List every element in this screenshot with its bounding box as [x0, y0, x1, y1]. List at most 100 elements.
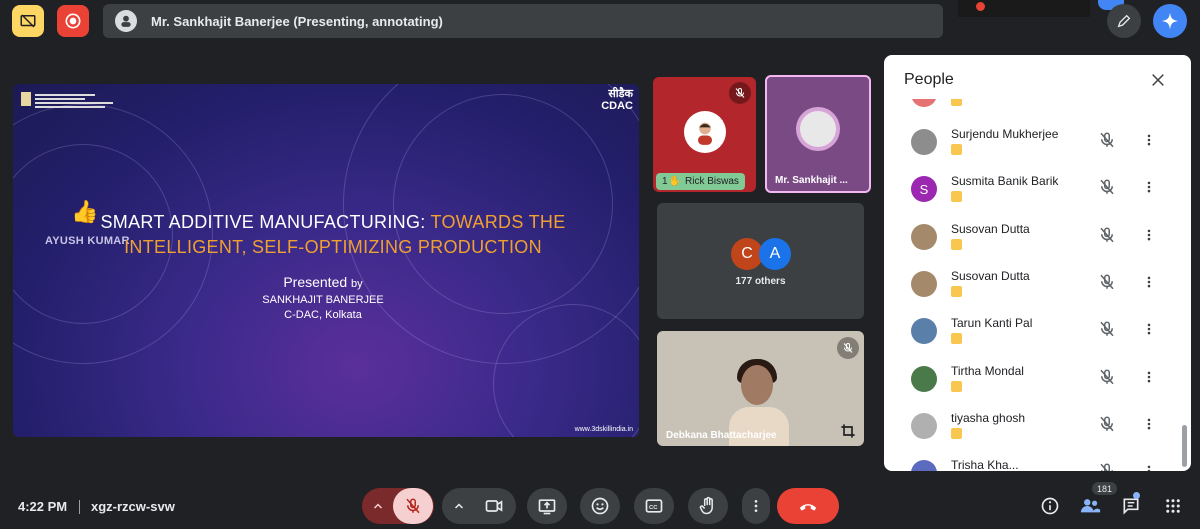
participant-name: Susovan Dutta — [951, 268, 1030, 283]
ministry-logo — [21, 92, 113, 108]
recording-indicator — [958, 0, 1090, 17]
more-vert-icon — [754, 500, 758, 512]
activities-button[interactable] — [1159, 492, 1187, 520]
more-options-button[interactable] — [1140, 368, 1158, 386]
divider — [79, 500, 80, 514]
chat-icon — [1123, 498, 1139, 515]
slide-title: SMART ADDITIVE MANUFACTURING: TOWARDS TH… — [100, 212, 566, 257]
bottom-bar: 4:22 PM xgz-rzcw-svw CC 181 — [0, 482, 1200, 529]
mic-off-icon[interactable] — [1098, 273, 1116, 291]
more-options-button[interactable] — [1140, 131, 1158, 149]
presenter-badge-icon — [951, 191, 962, 203]
mic-off-icon — [837, 337, 859, 359]
hang-up-icon — [799, 504, 817, 511]
top-bar: Mr. Sankhajit Banerjee (Presenting, anno… — [0, 0, 1200, 44]
present-screen-button[interactable] — [527, 488, 567, 524]
mic-off-icon[interactable] — [1098, 131, 1116, 149]
others-count-label: 177 others — [735, 276, 786, 287]
meeting-details-button[interactable] — [1036, 492, 1064, 520]
more-options-button[interactable] — [1140, 462, 1158, 471]
mic-off-icon[interactable] — [1098, 368, 1116, 386]
avatar — [684, 111, 726, 153]
people-button[interactable] — [1076, 492, 1104, 520]
meeting-code[interactable]: xgz-rzcw-svw — [91, 499, 175, 514]
reactions-button[interactable] — [580, 488, 620, 524]
participant-tile-sankhajit[interactable]: Mr. Sankhajit ... — [765, 75, 871, 193]
present-icon — [538, 499, 556, 515]
list-item[interactable]: Susovan Dutta — [884, 218, 1191, 258]
avatar: A — [759, 238, 791, 270]
camera-toggle-button[interactable] — [474, 488, 514, 524]
gemini-button[interactable] — [1153, 4, 1187, 38]
others-tile[interactable]: C A 177 others — [657, 203, 864, 319]
more-options-button[interactable] — [742, 488, 770, 524]
more-vert-icon — [1147, 465, 1151, 471]
unread-dot — [1133, 492, 1140, 499]
svg-text:CC: CC — [649, 505, 658, 511]
recording-button[interactable] — [57, 5, 89, 37]
captions-button[interactable]: CC — [634, 488, 674, 524]
crop-icon[interactable] — [838, 421, 858, 441]
list-item[interactable]: Susovan Dutta — [884, 265, 1191, 305]
list-item[interactable] — [884, 99, 1191, 115]
leave-call-button[interactable] — [777, 488, 839, 524]
annotate-button[interactable] — [1107, 4, 1141, 38]
participant-tile-rick[interactable]: 1 ✋ Rick Biswas — [653, 77, 756, 192]
camera-control — [442, 488, 516, 524]
mic-off-icon[interactable] — [1098, 226, 1116, 244]
presenter-badge-icon — [951, 238, 962, 250]
participant-name: Trisha Kha... — [951, 458, 1019, 471]
badge-icon — [951, 99, 962, 106]
more-options-button[interactable] — [1140, 273, 1158, 291]
list-item[interactable]: Trisha Kha... — [884, 454, 1191, 471]
mic-off-icon[interactable] — [1098, 178, 1116, 196]
participant-name: Susmita Banik Barik — [951, 174, 1059, 189]
video-settings-button[interactable] — [444, 488, 474, 524]
participant-list[interactable]: Surjendu Mukherjee S Susmita Banik Barik Su… — [884, 99, 1191, 471]
presentation-slide[interactable]: सीडैक CDAC 👍 AYUSH KUMAR SMART ADDITIVE M… — [13, 84, 639, 437]
list-item[interactable]: tiyasha ghosh — [884, 407, 1191, 447]
close-button[interactable] — [1147, 69, 1169, 91]
mic-off-icon — [406, 498, 420, 514]
slide-presenter: SANKHAJIT BANERJEE C-DAC, Kolkata — [262, 294, 384, 321]
avatar — [911, 412, 937, 439]
list-item[interactable]: Tirtha Mondal — [884, 360, 1191, 400]
more-options-button[interactable] — [1140, 415, 1158, 433]
presenter-badge-icon — [951, 144, 962, 155]
avatar — [911, 365, 937, 392]
panel-title: People — [904, 71, 954, 88]
hand-icon — [699, 496, 713, 515]
mic-off-icon[interactable] — [1098, 320, 1116, 338]
clock: 4:22 PM — [18, 499, 68, 514]
more-options-button[interactable] — [1140, 178, 1158, 196]
more-vert-icon — [1147, 229, 1151, 240]
info-icon — [1041, 497, 1059, 515]
scrollbar[interactable] — [1182, 425, 1187, 467]
mic-off-icon[interactable] — [1098, 415, 1116, 433]
mic-off-icon[interactable] — [1098, 462, 1116, 471]
others-avatars: C A — [731, 238, 795, 270]
avatar — [911, 223, 937, 250]
chevron-up-icon — [454, 503, 464, 509]
more-options-button[interactable] — [1140, 320, 1158, 338]
list-item[interactable]: Tarun Kanti Pal — [884, 312, 1191, 352]
captions-icon: CC — [645, 499, 663, 513]
mic-toggle-button[interactable] — [393, 488, 433, 524]
stop-presenting-button[interactable] — [12, 5, 44, 37]
close-icon — [1152, 74, 1164, 86]
presenter-badge-icon — [951, 427, 962, 439]
participant-name: Debkana Bhattacharjee — [666, 430, 777, 441]
chevron-up-icon — [373, 503, 383, 509]
cdac-logo: सीडैक CDAC — [601, 88, 633, 112]
list-item[interactable]: S Susmita Banik Barik — [884, 170, 1191, 210]
raise-hand-button[interactable] — [688, 488, 728, 524]
participant-tile-debkana[interactable]: Debkana Bhattacharjee — [657, 331, 864, 446]
more-options-button[interactable] — [1140, 226, 1158, 244]
list-item[interactable]: Surjendu Mukherjee — [884, 123, 1191, 163]
audio-settings-button[interactable] — [363, 488, 393, 524]
participant-name: Tarun Kanti Pal — [951, 316, 1033, 331]
chat-button[interactable] — [1117, 492, 1145, 520]
present-off-icon — [20, 14, 36, 28]
mic-off-icon — [729, 82, 751, 104]
decorative-circle — [393, 94, 613, 314]
